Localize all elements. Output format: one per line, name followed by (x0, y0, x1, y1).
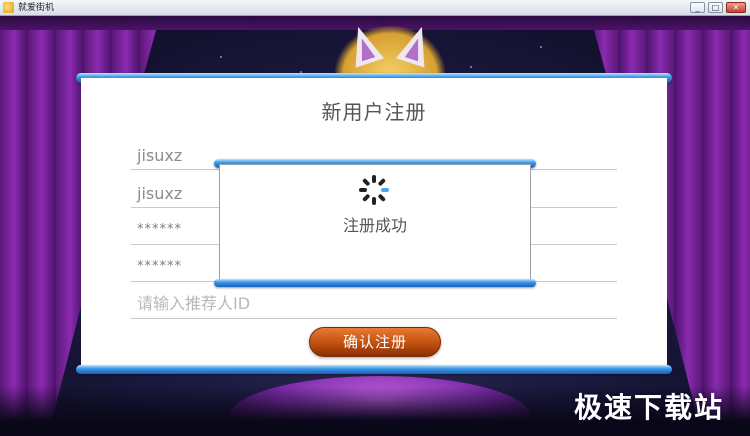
window-title: 就爱街机 (18, 3, 55, 13)
confirm-password-value: ****** (137, 259, 182, 274)
loading-spinner-icon (359, 175, 389, 205)
minimize-icon: _ (695, 3, 700, 12)
panel-bottom-bar (76, 365, 672, 374)
background-star (540, 46, 542, 48)
background-star (470, 66, 472, 68)
minimize-button[interactable]: _ (690, 2, 705, 13)
dialog-message: 注册成功 (342, 216, 407, 235)
confirm-register-button[interactable]: 确认注册 (309, 327, 441, 357)
window-titlebar[interactable]: 就爱街机 _ □ ✕ (0, 0, 750, 16)
watermark-text: 极速下载站 (574, 391, 725, 424)
maximize-button[interactable]: □ (708, 2, 723, 13)
maximize-icon: □ (711, 3, 720, 12)
close-button[interactable]: ✕ (726, 2, 746, 13)
nickname-value: jisuxz (137, 184, 183, 203)
referrer-id-field[interactable]: 请输入推荐人ID (131, 285, 617, 319)
page-title: 新用户注册 (321, 100, 427, 124)
password-value: ****** (137, 222, 182, 237)
close-icon: ✕ (732, 3, 740, 12)
cat-ear-left (344, 22, 384, 67)
background-star (220, 56, 222, 58)
dialog-bottom-bar (214, 279, 536, 287)
cat-ear-right (396, 22, 436, 67)
username-value: jisuxz (137, 146, 183, 165)
referrer-id-placeholder: 请输入推荐人ID (137, 294, 251, 313)
app-icon (3, 2, 14, 13)
